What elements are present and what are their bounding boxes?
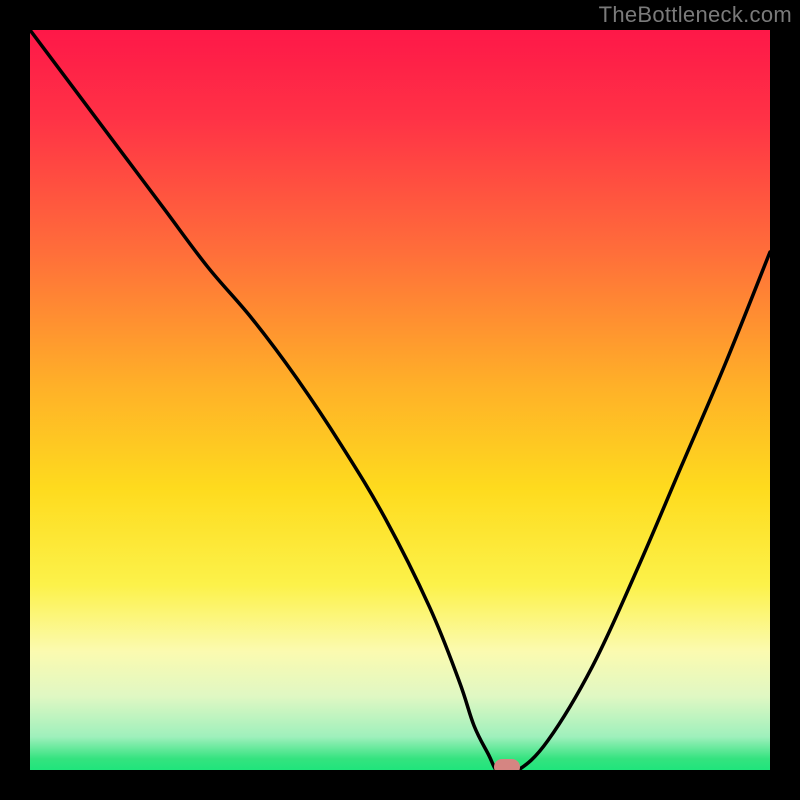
optimal-point-marker bbox=[494, 759, 520, 770]
watermark-text: TheBottleneck.com bbox=[599, 2, 792, 28]
gradient-rect bbox=[30, 30, 770, 770]
plot-area bbox=[30, 30, 770, 770]
chart-svg bbox=[30, 30, 770, 770]
chart-container: TheBottleneck.com bbox=[0, 0, 800, 800]
